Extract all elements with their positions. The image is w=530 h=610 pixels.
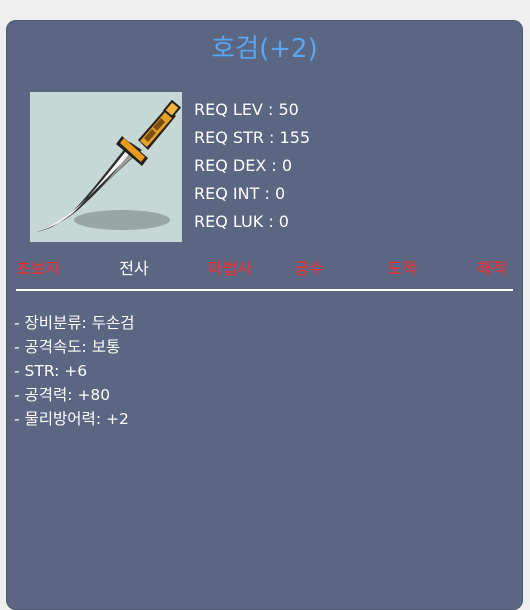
stat-attack: - 공격력: +80 xyxy=(14,386,111,404)
req-str: REQ STR : 155 xyxy=(194,128,311,147)
job-pirate: 해적 xyxy=(477,259,507,278)
two-handed-sword-icon xyxy=(36,99,182,232)
job-warrior: 전사 xyxy=(119,259,149,278)
item-icon-box xyxy=(30,92,182,242)
stat-str: - STR: +6 xyxy=(14,362,88,380)
req-dex: REQ DEX : 0 xyxy=(194,156,293,175)
item-title: 호검(+2) xyxy=(211,34,318,64)
stat-physical-defense: - 물리방어력: +2 xyxy=(14,410,129,428)
stat-attack-speed: - 공격속도: 보통 xyxy=(14,338,121,356)
req-int: REQ INT : 0 xyxy=(194,184,286,203)
divider xyxy=(16,289,513,291)
stats-list: - 장비분류: 두손검 - 공격속도: 보통 - STR: +6 - 공격력: … xyxy=(14,311,135,431)
req-level: REQ LEV : 50 xyxy=(194,100,299,119)
requirements-list: REQ LEV : 50 REQ STR : 155 REQ DEX : 0 R… xyxy=(194,96,310,236)
job-list: 초보자 전사 마법사 궁수 도적 해적 xyxy=(6,256,523,282)
job-archer: 궁수 xyxy=(294,259,324,278)
item-tooltip-panel: 호검(+2) REQ LEV : 50 REQ STR : 155 REQ DE… xyxy=(6,20,523,610)
stat-equip-category: - 장비분류: 두손검 xyxy=(14,314,135,332)
job-beginner: 초보자 xyxy=(15,259,61,278)
job-magician: 마법사 xyxy=(207,259,253,278)
req-luk: REQ LUK : 0 xyxy=(194,212,289,231)
job-thief: 도적 xyxy=(387,259,417,278)
